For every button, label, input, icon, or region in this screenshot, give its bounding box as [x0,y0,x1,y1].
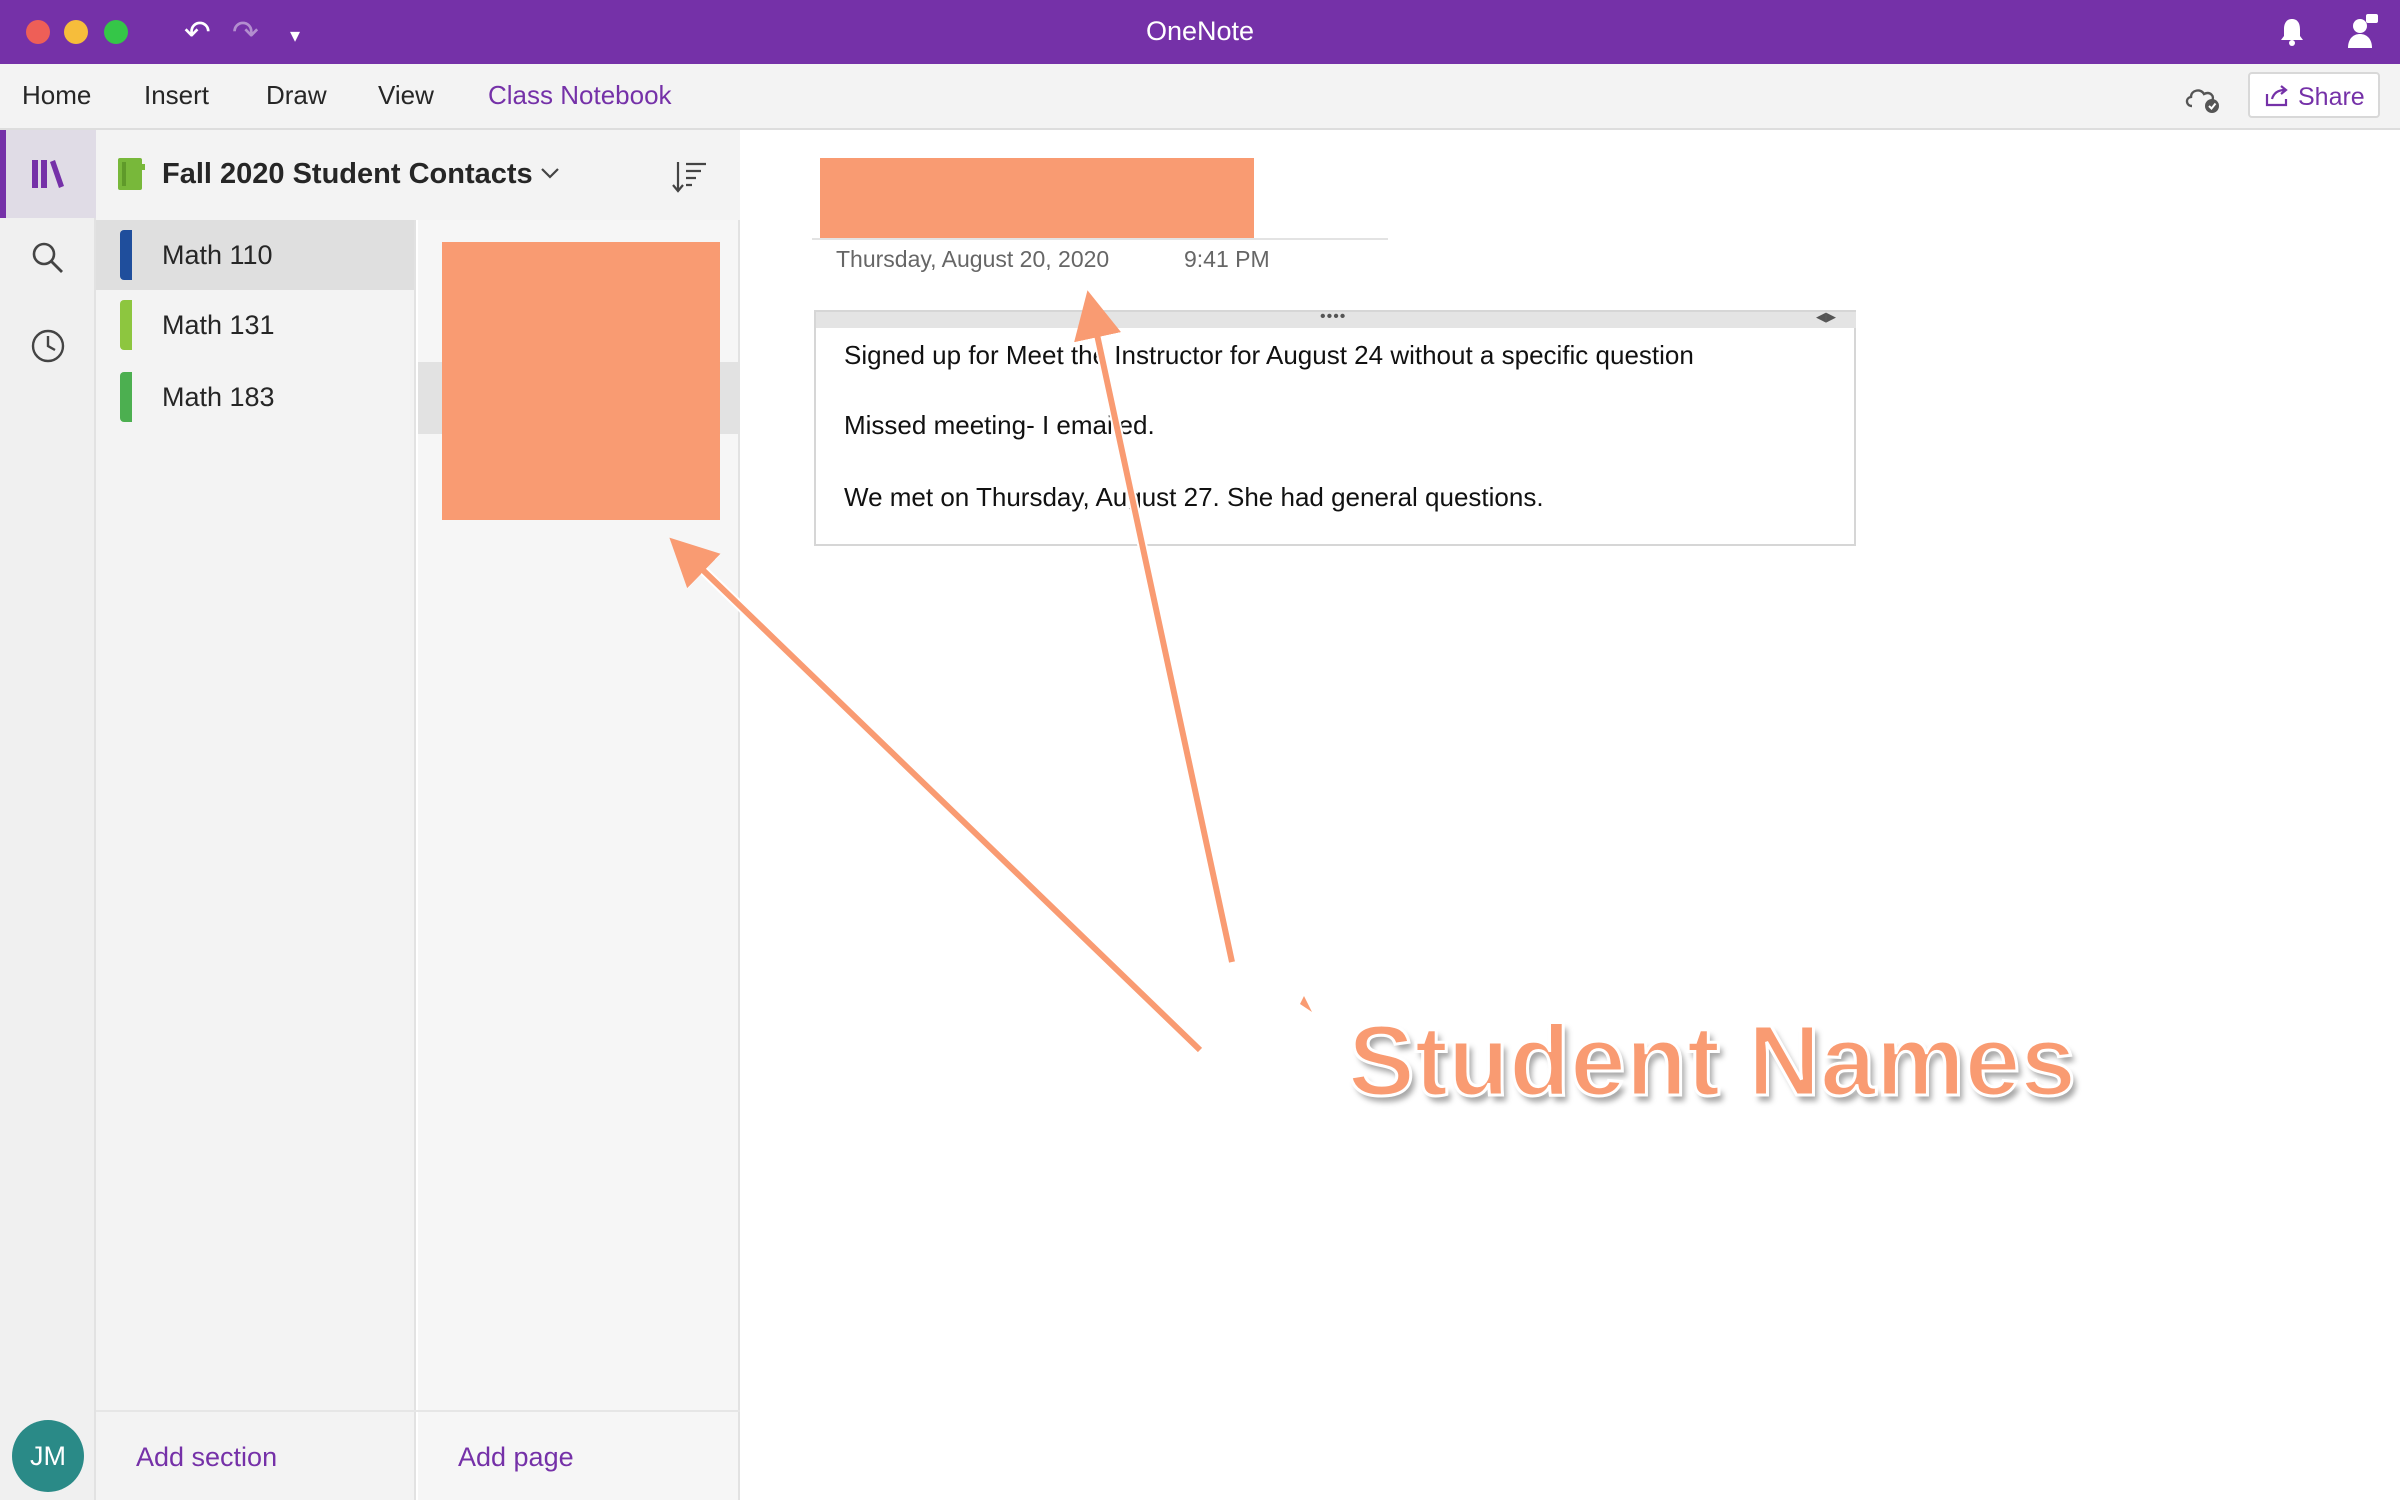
drag-dots-icon: •••• [1320,308,1347,325]
ribbon: Home Insert Draw View Class Notebook Sha… [0,64,2400,130]
section-label: Math 110 [162,240,273,270]
pages-pane: Add page [418,220,740,1500]
page-date: Thursday, August 20, 2020 [836,246,1110,272]
note-drag-handle[interactable]: •••• ◀▶ [816,308,1856,328]
sync-status-icon[interactable] [2182,82,2222,114]
notebook-title: Fall 2020 Student Contacts [162,158,533,190]
page-time: 9:41 PM [1184,246,1270,272]
tab-draw[interactable]: Draw [266,80,327,111]
annotation-label: Student Names [1347,1004,2078,1119]
tab-insert[interactable]: Insert [144,80,209,111]
title-bar: ↶ ↷ ▾ OneNote [0,0,2400,64]
share-button[interactable]: Share [2248,72,2380,118]
bell-icon[interactable] [2278,16,2306,46]
tab-class-notebook[interactable]: Class Notebook [488,80,672,111]
person-icon[interactable] [2346,12,2380,50]
section-math-131[interactable]: Math 131 [96,290,414,360]
app-title: OneNote [1145,16,1255,46]
rail-selected-indicator [0,130,6,218]
share-label: Share [2298,83,2365,111]
redacted-page-names [442,242,720,520]
section-color-tab [120,300,132,350]
section-color-tab [120,372,132,422]
redacted-page-title [820,158,1254,240]
note-line[interactable]: Missed meeting- I emailed. [844,410,1155,441]
navigation-rail [0,130,96,1500]
note-line[interactable]: We met on Thursday, August 27. She had g… [844,482,1544,513]
tab-home[interactable]: Home [22,80,91,111]
add-section-button[interactable]: Add section [136,1442,277,1473]
notebook-header[interactable]: Fall 2020 Student Contacts [96,130,740,220]
recent-icon[interactable] [28,326,68,366]
section-color-tab [120,230,132,280]
sections-pane: Math 110 Math 131 Math 183 Add section [96,130,416,1500]
notebooks-icon[interactable] [28,154,68,194]
bottom-divider [96,1410,740,1412]
sort-icon[interactable] [670,156,710,196]
tab-view[interactable]: View [378,80,434,111]
page-title-underline [812,238,1388,240]
section-label: Math 131 [162,310,275,340]
chevron-down-icon[interactable] [540,166,560,180]
notebook-icon [118,158,145,190]
section-math-110[interactable]: Math 110 [96,220,414,290]
section-math-183[interactable]: Math 183 [96,362,414,432]
note-line[interactable]: Signed up for Meet the Instructor for Au… [844,340,1694,371]
page-canvas[interactable]: Thursday, August 20, 2020 9:41 PM •••• ◀… [740,130,2400,1500]
share-icon [2265,85,2288,107]
resize-arrows-icon[interactable]: ◀▶ [1816,309,1836,325]
search-icon[interactable] [28,238,68,278]
avatar[interactable]: JM [12,1420,84,1492]
add-page-button[interactable]: Add page [458,1442,574,1473]
note-container[interactable]: •••• ◀▶ Signed up for Meet the Instructo… [814,308,1856,546]
section-label: Math 183 [162,382,275,412]
